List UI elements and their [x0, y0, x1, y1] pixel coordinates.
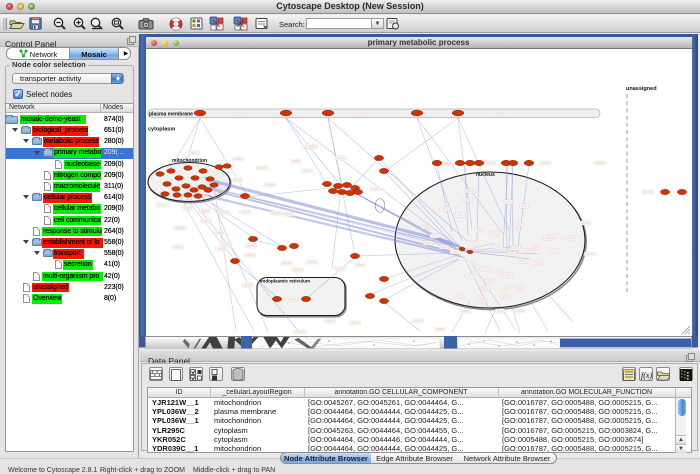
- svg-text:unassigned: unassigned: [626, 86, 657, 92]
- svg-text:mitochondrion: mitochondrion: [172, 158, 207, 164]
- svg-text:cytoplasm: cytoplasm: [148, 127, 175, 133]
- svg-text:f(x): f(x): [641, 371, 652, 380]
- svg-text:plasma membrane: plasma membrane: [149, 111, 193, 117]
- svg-text:endoplasmic reticulum: endoplasmic reticulum: [260, 279, 310, 284]
